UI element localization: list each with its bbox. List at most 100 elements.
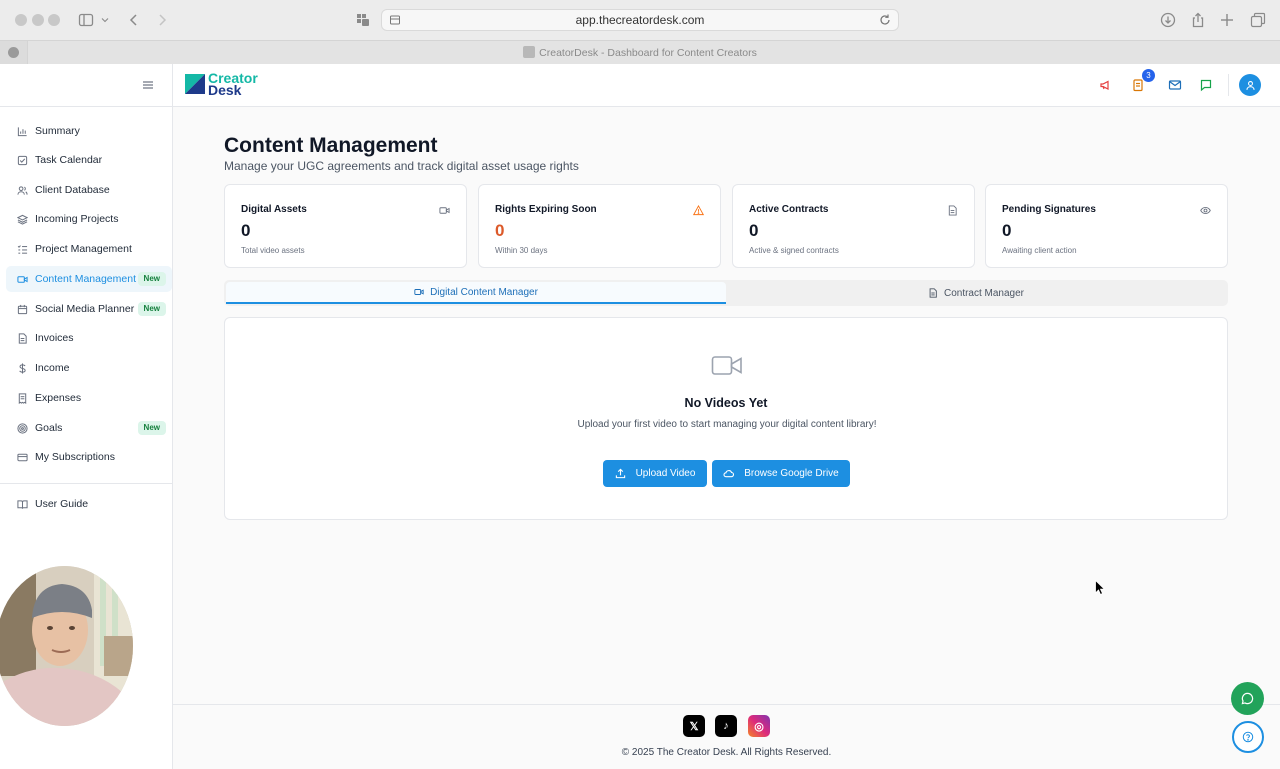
footer: 𝕏 ♪ ◎ © 2025 The Creator Desk. All Right… [173,704,1280,769]
minimize-window-button[interactable] [32,14,44,26]
menu-toggle-icon[interactable] [141,78,155,92]
copyright-text: © 2025 The Creator Desk. All Rights Rese… [621,747,832,758]
browser-chrome: app.thecreatordesk.com CreatorDesk - Das… [0,0,1280,64]
sidebar-item-project-management[interactable]: Project Management [6,236,172,262]
support-chat-button[interactable] [1231,682,1264,715]
sidebar-toggle-icon[interactable] [77,11,95,29]
stat-title: Pending Signatures [1002,204,1096,215]
sidebar-item-client-database[interactable]: Client Database [6,177,172,203]
layers-icon [16,213,28,225]
sidebar-item-label: Incoming Projects [35,213,119,225]
stat-card-pending-signatures: Pending Signatures 0 Awaiting client act… [985,184,1228,268]
reload-icon[interactable] [878,13,892,27]
logo-wordmark: Creator Desk [208,71,258,97]
page-subtitle: Manage your UGC agreements and track dig… [224,159,579,173]
extension-icon[interactable] [354,11,372,29]
new-badge: New [137,302,166,316]
stat-card-digital-assets: Digital Assets 0 Total video assets [224,184,467,268]
sidebar-item-label: Summary [35,125,80,137]
help-button[interactable] [1232,721,1264,753]
stat-subtitle: Within 30 days [495,246,548,255]
close-window-button[interactable] [15,14,27,26]
mail-icon[interactable] [1168,78,1182,92]
stat-title: Digital Assets [241,204,307,215]
sidebar-item-incoming-projects[interactable]: Incoming Projects [6,206,172,232]
back-icon[interactable] [125,11,143,29]
browse-google-drive-button[interactable]: Browse Google Drive [712,460,850,487]
share-icon[interactable] [1189,11,1207,29]
download-icon[interactable] [1159,11,1177,29]
address-bar[interactable]: app.thecreatordesk.com [381,9,899,31]
sidebar-item-content-management[interactable]: Content Management New [6,266,172,292]
tab-contract-manager[interactable]: Contract Manager [726,282,1226,304]
tab-favicon-icon [523,46,536,58]
receipt-icon [16,392,28,404]
stat-card-rights-expiring: Rights Expiring Soon 0 Within 30 days [478,184,721,268]
tiktok-social-link[interactable]: ♪ [715,715,737,737]
bar-chart-icon [16,125,28,137]
file-icon [16,332,28,344]
app-logo[interactable]: Creator Desk [185,71,258,97]
site-settings-icon[interactable] [389,14,401,26]
checkbox-icon [16,154,28,166]
document-icon [947,203,958,216]
stat-title: Rights Expiring Soon [495,204,597,215]
tasks-icon[interactable] [1131,78,1145,92]
calendar-icon [16,303,28,315]
empty-state-panel: No Videos Yet Upload your first video to… [224,317,1228,520]
main-content: Content Management Manage your UGC agree… [173,107,1280,769]
sidebar-item-user-guide[interactable]: User Guide [6,491,172,517]
stat-card-active-contracts: Active Contracts 0 Active & signed contr… [732,184,975,268]
sidebar-item-label: Expenses [35,392,82,404]
eye-icon [1200,203,1211,214]
sidebar-item-expenses[interactable]: Expenses [6,385,172,411]
user-avatar[interactable] [1239,74,1261,96]
chevron-down-icon[interactable] [99,11,111,29]
sidebar-item-social-media-planner[interactable]: Social Media Planner New [6,296,172,322]
tab-digital-content-manager[interactable]: Digital Content Manager [226,282,726,304]
card-icon [16,451,28,463]
forward-icon[interactable] [153,11,171,29]
webcam-overlay [0,566,133,726]
zoom-window-button[interactable] [48,14,60,26]
sidebar-item-summary[interactable]: Summary [6,118,172,144]
upload-video-button[interactable]: Upload Video [603,460,707,487]
stat-subtitle: Awaiting client action [1002,246,1077,255]
sidebar-item-income[interactable]: Income [6,355,172,381]
warning-icon [692,203,705,216]
sidebar-item-label: Project Management [35,243,132,255]
tab-label: Contract Manager [943,287,1025,299]
instagram-social-link[interactable]: ◎ [748,715,770,737]
sidebar-item-label: Task Calendar [35,154,103,166]
sidebar-item-goals[interactable]: Goals New [6,415,172,441]
sidebar-item-label: Invoices [35,332,74,344]
book-icon [16,498,28,510]
new-tab-icon[interactable] [1218,11,1236,29]
browser-tab-title: CreatorDesk - Dashboard for Content Crea… [539,47,757,59]
video-icon [414,289,424,295]
sidebar-item-my-subscriptions[interactable]: My Subscriptions [6,444,172,470]
document-icon [929,288,937,298]
sidebar-header [0,64,173,107]
stat-subtitle: Active & signed contracts [749,246,839,255]
browse-google-drive-label: Browse Google Drive [744,468,839,479]
tab-bar: CreatorDesk - Dashboard for Content Crea… [0,40,1280,64]
sidebar-item-label: Income [35,362,70,374]
tab-overview-icon[interactable] [1249,11,1267,29]
users-icon [16,184,28,196]
chat-icon[interactable] [1199,78,1213,92]
cloud-icon [723,470,735,478]
presenter-video-image [0,566,133,726]
x-social-link[interactable]: 𝕏 [683,715,705,737]
browser-tab[interactable]: CreatorDesk - Dashboard for Content Crea… [0,46,1280,59]
stat-title: Active Contracts [749,204,829,215]
instagram-icon: ◎ [754,720,764,733]
sidebar-item-invoices[interactable]: Invoices [6,325,172,351]
stat-subtitle: Total video assets [241,246,305,255]
megaphone-icon[interactable] [1099,78,1113,92]
video-icon [439,203,450,214]
sidebar-item-label: Goals [35,422,63,434]
mouse-cursor-icon [1095,580,1105,595]
stat-value: 0 [749,221,759,240]
sidebar-item-task-calendar[interactable]: Task Calendar [6,147,172,173]
